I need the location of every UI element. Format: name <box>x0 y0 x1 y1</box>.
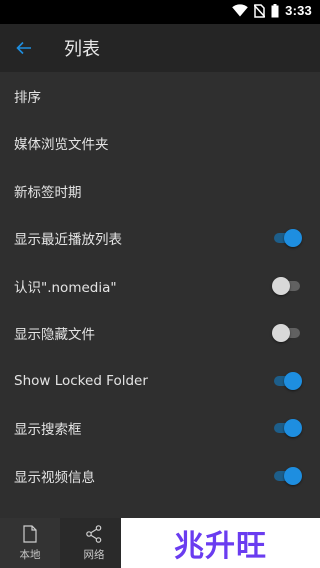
setting-label: 显示隐藏文件 <box>14 327 95 344</box>
toggle-switch[interactable] <box>272 466 302 486</box>
setting-show-search-box[interactable]: 显示搜索框 <box>0 405 320 453</box>
page-title: 列表 <box>64 39 100 60</box>
status-bar: 3:33 <box>0 0 320 24</box>
setting-media-browse-folders[interactable]: 媒体浏览文件夹 <box>0 120 320 168</box>
setting-recognize-nomedia[interactable]: 认识".nomedia" <box>0 262 320 310</box>
battery-icon <box>271 3 279 17</box>
setting-label: 排序 <box>14 89 41 106</box>
status-icons: 3:33 <box>232 3 312 18</box>
setting-show-video-info[interactable]: 显示视频信息 <box>0 452 320 500</box>
setting-show-recent-playlists[interactable]: 显示最近播放列表 <box>0 215 320 263</box>
wifi-icon <box>232 4 248 17</box>
setting-label: 媒体浏览文件夹 <box>14 137 109 154</box>
no-sim-icon <box>254 3 266 18</box>
settings-list: 排序 媒体浏览文件夹 新标签时期 显示最近播放列表 认识".nomedia" 显… <box>0 72 320 518</box>
status-time: 3:33 <box>285 3 312 18</box>
setting-label: Show Locked Folder <box>14 372 148 389</box>
share-icon <box>86 524 102 543</box>
tab-label: 本地 <box>19 548 41 561</box>
toggle-switch[interactable] <box>272 228 302 248</box>
toggle-switch[interactable] <box>272 418 302 438</box>
file-icon <box>23 524 37 543</box>
setting-show-hidden-files[interactable]: 显示隐藏文件 <box>0 310 320 358</box>
back-button[interactable] <box>0 24 48 72</box>
tab-local[interactable]: 本地 <box>0 518 60 568</box>
setting-label: 认识".nomedia" <box>14 279 117 296</box>
toggle-switch[interactable] <box>272 371 302 391</box>
toggle-switch[interactable] <box>272 276 302 296</box>
setting-new-tag-period[interactable]: 新标签时期 <box>0 167 320 215</box>
setting-sort[interactable]: 排序 <box>0 72 320 120</box>
setting-label: 显示视频信息 <box>14 469 95 486</box>
watermark-text: 兆升旺 <box>174 529 267 564</box>
setting-show-locked-folder[interactable]: Show Locked Folder <box>0 357 320 405</box>
back-arrow-icon <box>16 41 31 55</box>
setting-label: 新标签时期 <box>14 184 82 201</box>
app-bar: 列表 <box>0 24 320 72</box>
toggle-switch[interactable] <box>272 323 302 343</box>
setting-label: 显示最近播放列表 <box>14 232 122 249</box>
watermark-logo: 兆升旺 <box>121 518 320 568</box>
tab-label: 网络 <box>83 548 105 561</box>
setting-label: 显示搜索框 <box>14 422 82 439</box>
tab-network[interactable]: 网络 <box>64 518 124 568</box>
